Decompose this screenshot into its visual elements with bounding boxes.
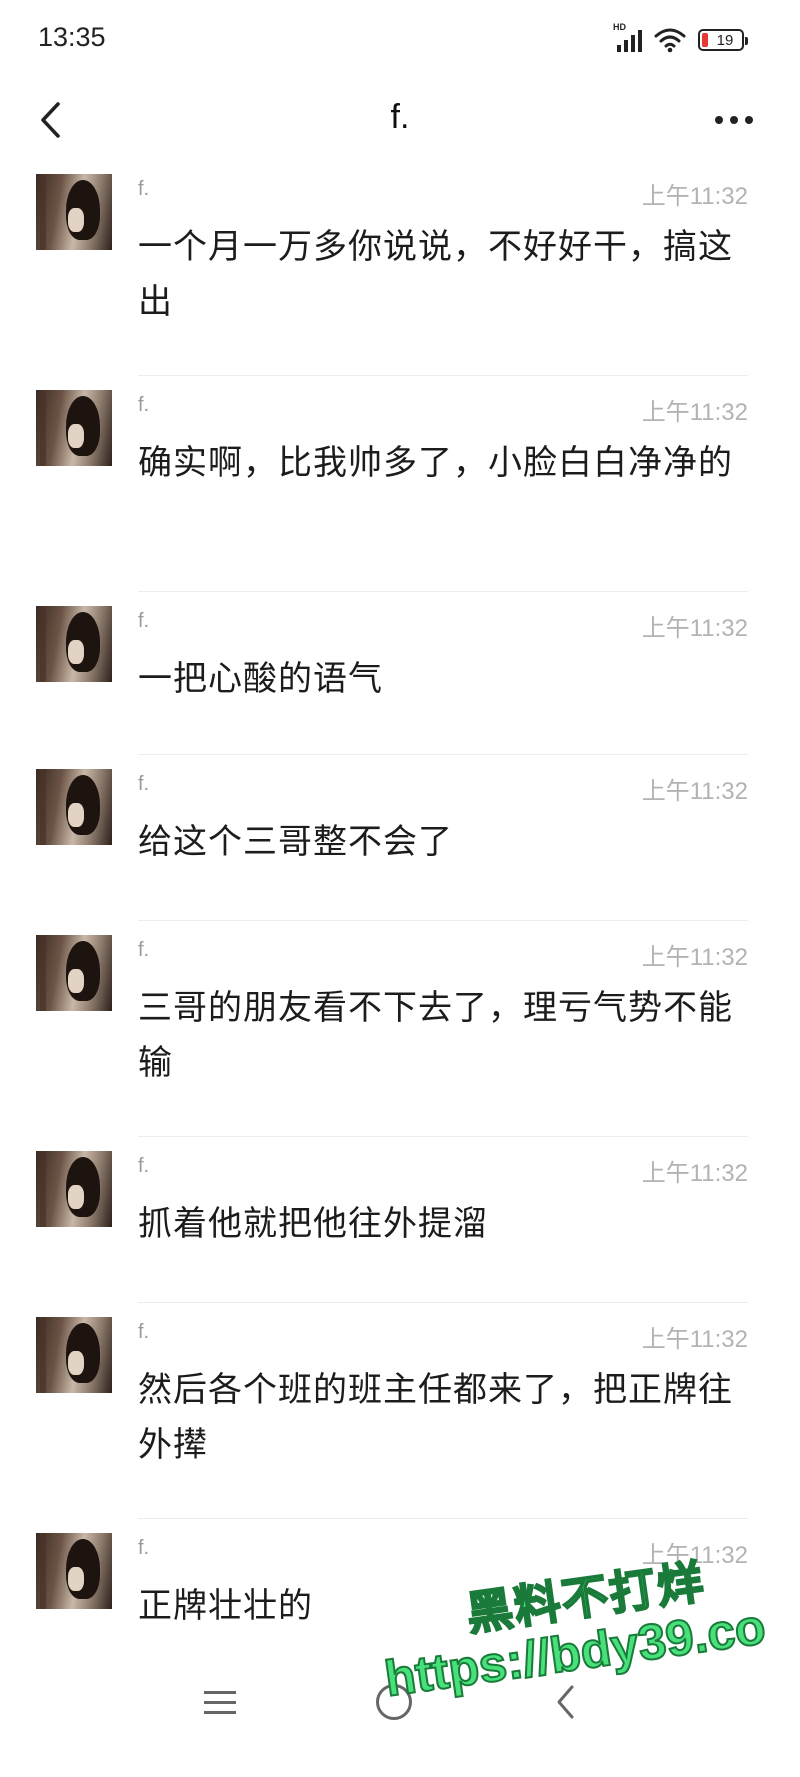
avatar[interactable] <box>36 174 112 250</box>
home-button[interactable] <box>376 1684 412 1720</box>
message-sender: f. <box>138 1537 150 1559</box>
status-time: 13:35 <box>38 22 106 52</box>
back-icon <box>557 1685 574 1719</box>
message-sender: f. <box>138 1155 150 1177</box>
message-text: 正牌壮壮的 <box>138 1586 313 1626</box>
message-item[interactable]: f. 上午11:32 一个月一万多你说说，不好好干，搞这出 <box>0 160 800 376</box>
message-sender: f. <box>138 394 150 416</box>
message-item[interactable]: f. 上午11:32 三哥的朋友看不下去了，理亏气势不能输 <box>0 921 800 1137</box>
avatar[interactable] <box>36 1533 112 1609</box>
message-sender: f. <box>138 610 150 632</box>
avatar[interactable] <box>36 935 112 1011</box>
signal-icon: HD <box>613 22 642 52</box>
message-text: 一把心酸的语气 <box>138 659 383 699</box>
network-label: HD <box>613 22 626 32</box>
message-text: 确实啊，比我帅多了，小脸白白净净的 <box>138 443 733 483</box>
message-sender: f. <box>138 1321 150 1343</box>
message-time: 上午11:32 <box>641 778 748 805</box>
message-item[interactable]: f. 上午11:32 抓着他就把他往外提溜 <box>0 1137 800 1303</box>
message-time: 上午11:32 <box>641 1542 748 1569</box>
wifi-icon <box>654 28 686 53</box>
message-text: 然后各个班的班主任都来了，把正牌往外撵 <box>138 1370 733 1465</box>
message-item[interactable]: f. 上午11:32 给这个三哥整不会了 <box>0 755 800 921</box>
message-time: 上午11:32 <box>641 1326 748 1353</box>
system-navigation-bar <box>0 1660 800 1777</box>
message-text: 三哥的朋友看不下去了，理亏气势不能输 <box>138 988 733 1083</box>
avatar[interactable] <box>36 769 112 845</box>
chat-header: f. <box>0 80 800 160</box>
message-text: 抓着他就把他往外提溜 <box>138 1204 488 1244</box>
more-horizontal-icon <box>715 116 723 124</box>
avatar[interactable] <box>36 1151 112 1227</box>
more-button[interactable] <box>704 100 764 140</box>
message-item[interactable]: f. 上午11:32 一把心酸的语气 <box>0 592 800 755</box>
status-icons: HD 19 <box>613 22 748 56</box>
page-title: f. <box>390 98 410 136</box>
battery-icon: 19 <box>698 29 748 51</box>
status-bar: 13:35 HD 19 <box>0 0 800 80</box>
message-text: 给这个三哥整不会了 <box>138 822 453 862</box>
battery-level: 19 <box>716 31 734 49</box>
nav-back-button[interactable] <box>550 1680 580 1724</box>
message-sender: f. <box>138 178 150 200</box>
avatar[interactable] <box>36 606 112 682</box>
message-time: 上午11:32 <box>641 1160 748 1187</box>
message-time: 上午11:32 <box>641 399 748 426</box>
message-text: 一个月一万多你说说，不好好干，搞这出 <box>138 227 733 322</box>
avatar[interactable] <box>36 1317 112 1393</box>
message-list[interactable]: f. 上午11:32 一个月一万多你说说，不好好干，搞这出 f. 上午11:32… <box>0 160 800 1659</box>
avatar[interactable] <box>36 390 112 466</box>
message-item[interactable]: f. 上午11:32 确实啊，比我帅多了，小脸白白净净的 <box>0 376 800 592</box>
message-item[interactable]: f. 上午11:32 正牌壮壮的 <box>0 1519 800 1659</box>
message-sender: f. <box>138 939 150 961</box>
menu-icon <box>204 1690 236 1694</box>
message-sender: f. <box>138 773 150 795</box>
menu-button[interactable] <box>204 1686 236 1718</box>
message-time: 上午11:32 <box>641 615 748 642</box>
message-time: 上午11:32 <box>641 183 748 210</box>
message-item[interactable]: f. 上午11:32 然后各个班的班主任都来了，把正牌往外撵 <box>0 1303 800 1519</box>
message-time: 上午11:32 <box>641 944 748 971</box>
